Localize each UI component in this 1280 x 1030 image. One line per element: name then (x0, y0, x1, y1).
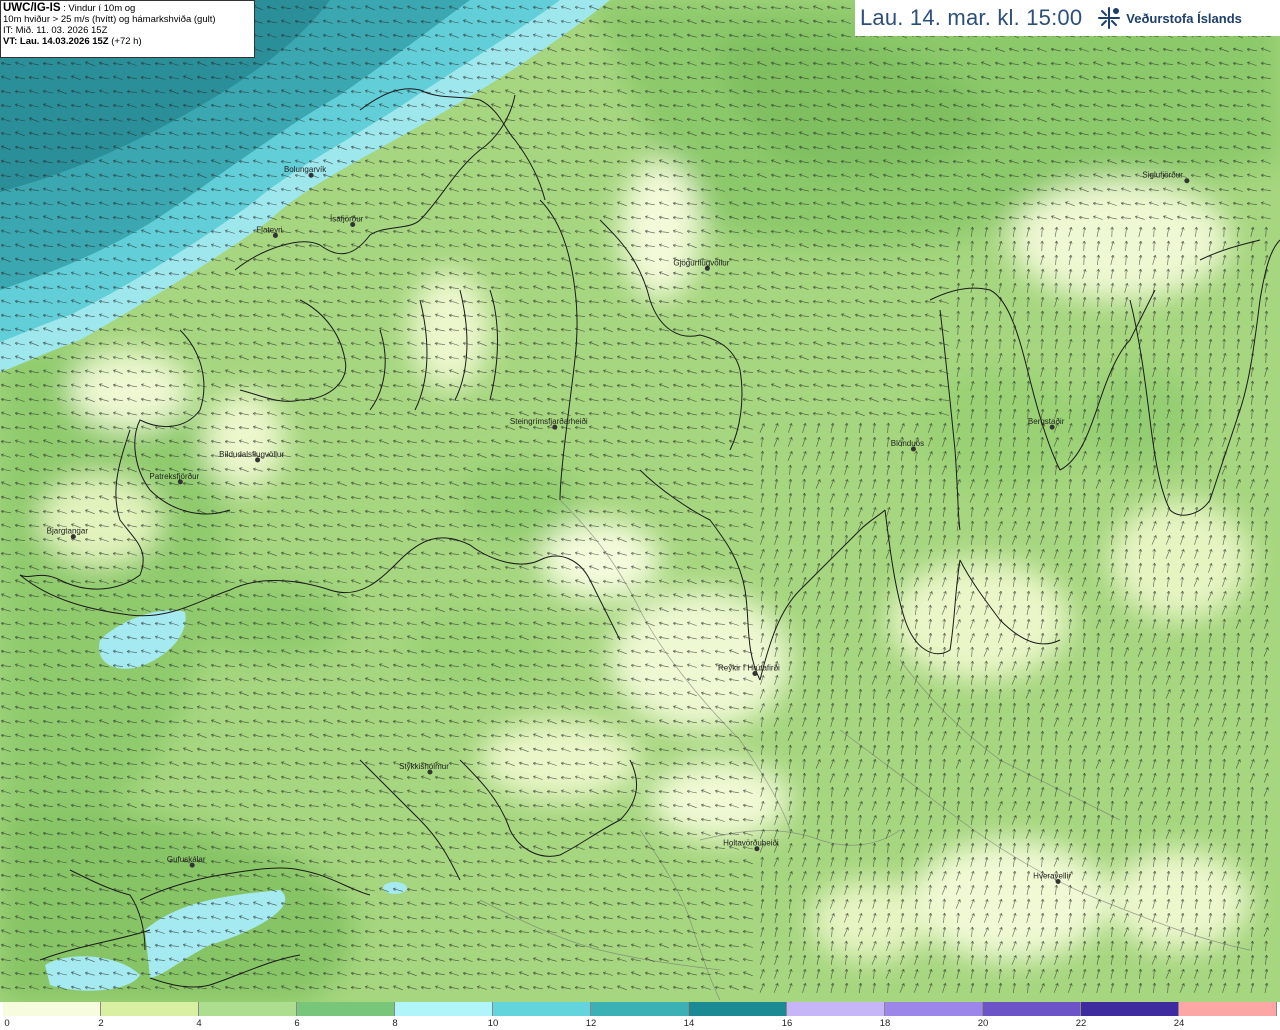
place-label: Patreksfjörður (149, 472, 199, 481)
wind-map[interactable]: Bolungarvík Flateyri Ísafjörður Gjögurflugv… (0, 0, 1280, 1002)
place-label: Siglufjörður (1142, 171, 1183, 180)
place-label: Holtavörðuheiði (723, 839, 779, 848)
forecast-offset: (+72 h) (108, 36, 142, 47)
colorbar-tick-label: 10 (487, 1018, 499, 1029)
colorbar-segment (885, 1002, 983, 1016)
place-dot (1184, 178, 1190, 184)
model-desc: : Vindur í 10m og (60, 3, 136, 14)
place-label: Flateyri (256, 225, 282, 234)
colorbar-segment (983, 1002, 1081, 1016)
place-label: Blönduós (891, 439, 924, 448)
place-label: Gufuskálar (167, 855, 206, 864)
place-label: Reykir í Hrútafirði (718, 663, 780, 672)
colorbar-tick-label: 18 (879, 1018, 891, 1029)
colorbar-segment (395, 1002, 493, 1016)
place-label: Gjögurflugvöllur (673, 258, 729, 267)
colorbar-tick-label: 2 (98, 1018, 104, 1029)
place-label: Bíldudalsflugvöllur (219, 450, 284, 459)
model-name: UWC/IG-IS (3, 2, 61, 14)
colorbar-segment (1179, 1002, 1277, 1016)
title-box: Lau. 14. mar. kl. 15:00 Veðurstofa Íslan… (855, 0, 1280, 36)
colorbar-tick-label: 12 (585, 1018, 597, 1029)
colorbar-tick-label: 22 (1075, 1018, 1087, 1029)
model-desc-line2: 10m hviður > 25 m/s (hvítt) og hámarkshv… (3, 14, 216, 25)
place-label: Bjargtangar (47, 527, 89, 536)
colorbar-tick-label: 8 (392, 1018, 398, 1029)
place-label: Bolungarvík (284, 165, 327, 174)
colorbar-tick-label: 24 (1173, 1018, 1185, 1029)
vedur-logo[interactable]: Veðurstofa Íslands (1096, 5, 1242, 31)
colorbar-tick-label: 16 (781, 1018, 793, 1029)
valid-time: VT: Lau. 14.03.2026 15Z (3, 36, 109, 47)
colorbar-tick-label: 20 (977, 1018, 989, 1029)
colorbar-segment (297, 1002, 395, 1016)
colorbar: 0 2 4 6 8 10 12 14 16 18 20 22 24 (0, 1002, 1280, 1030)
snowflake-icon (1098, 7, 1121, 29)
place-label: Steingrímsfjarðarheiði (510, 417, 588, 426)
forecast-title: Lau. 14. mar. kl. 15:00 (860, 5, 1083, 30)
colorbar-segment (199, 1002, 297, 1016)
place-label: Hveravellir (1033, 872, 1071, 881)
logo-text: Veðurstofa Íslands (1126, 10, 1242, 26)
colorbar-segment (689, 1002, 787, 1016)
place-label: Stykkishólmur (399, 762, 449, 771)
place-label: Bergstaðir (1028, 417, 1065, 426)
colorbar-tick-label: 6 (294, 1018, 300, 1029)
colorbar-segment (591, 1002, 689, 1016)
place-label: Ísafjörður (330, 214, 364, 223)
init-time: IT: Mið. 11. 03. 2026 15Z (3, 25, 108, 36)
colorbar-segment (101, 1002, 199, 1016)
colorbar-segment (3, 1002, 101, 1016)
colorbar-segment (787, 1002, 885, 1016)
colorbar-segment (1081, 1002, 1179, 1016)
colorbar-segment (493, 1002, 591, 1016)
colorbar-tick-label: 14 (683, 1018, 695, 1029)
colorbar-tick-label: 4 (196, 1018, 202, 1029)
model-info-box: UWC/IG-IS : Vindur í 10m og 10m hviður >… (0, 0, 255, 58)
colorbar-tick-label: 0 (4, 1018, 10, 1029)
